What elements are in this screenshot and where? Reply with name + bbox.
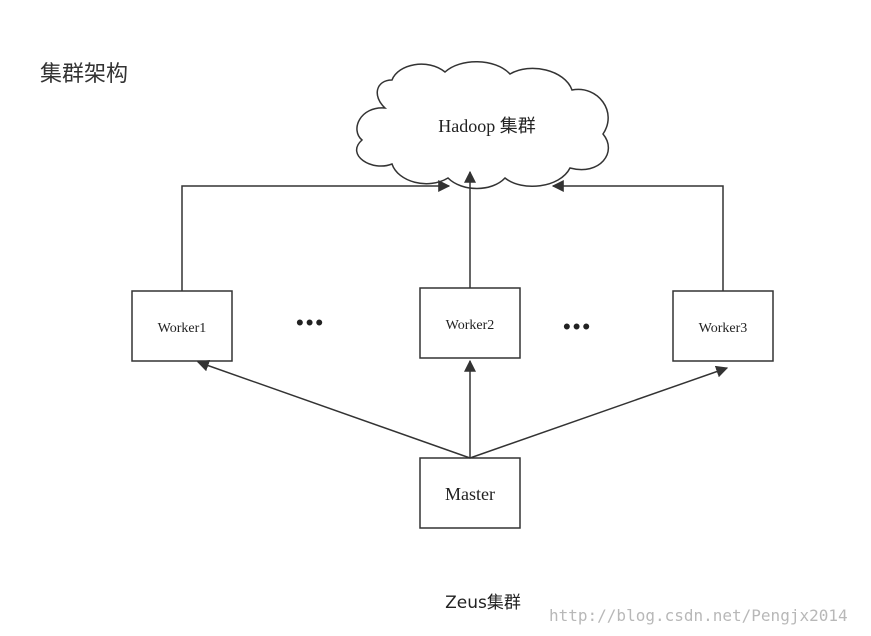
master-node: Master <box>419 457 521 529</box>
worker-node-2: Worker2 <box>419 287 521 359</box>
architecture-diagram: Hadoop 集群 Worker1 Worker2 Worker3 Master <box>131 61 774 529</box>
ellipsis-right: ••• <box>563 314 593 339</box>
worker-node-3: Worker3 <box>672 290 774 362</box>
master-label: Master <box>445 484 495 504</box>
arrow-worker3-to-hadoop <box>551 180 724 291</box>
arrow-master-to-worker1 <box>196 359 471 459</box>
hadoop-cloud-label: Hadoop 集群 <box>438 116 536 136</box>
worker-2-label: Worker2 <box>446 318 495 333</box>
hadoop-cloud: Hadoop 集群 <box>355 61 609 190</box>
arrow-worker1-to-hadoop <box>181 180 451 291</box>
ellipsis-left: ••• <box>296 310 326 335</box>
worker-node-1: Worker1 <box>131 290 233 362</box>
worker-1-label: Worker1 <box>158 321 207 336</box>
watermark-url: http://blog.csdn.net/Pengjx2014 <box>549 606 848 625</box>
arrow-master-to-worker3 <box>469 365 729 459</box>
worker-3-label: Worker3 <box>699 321 748 336</box>
